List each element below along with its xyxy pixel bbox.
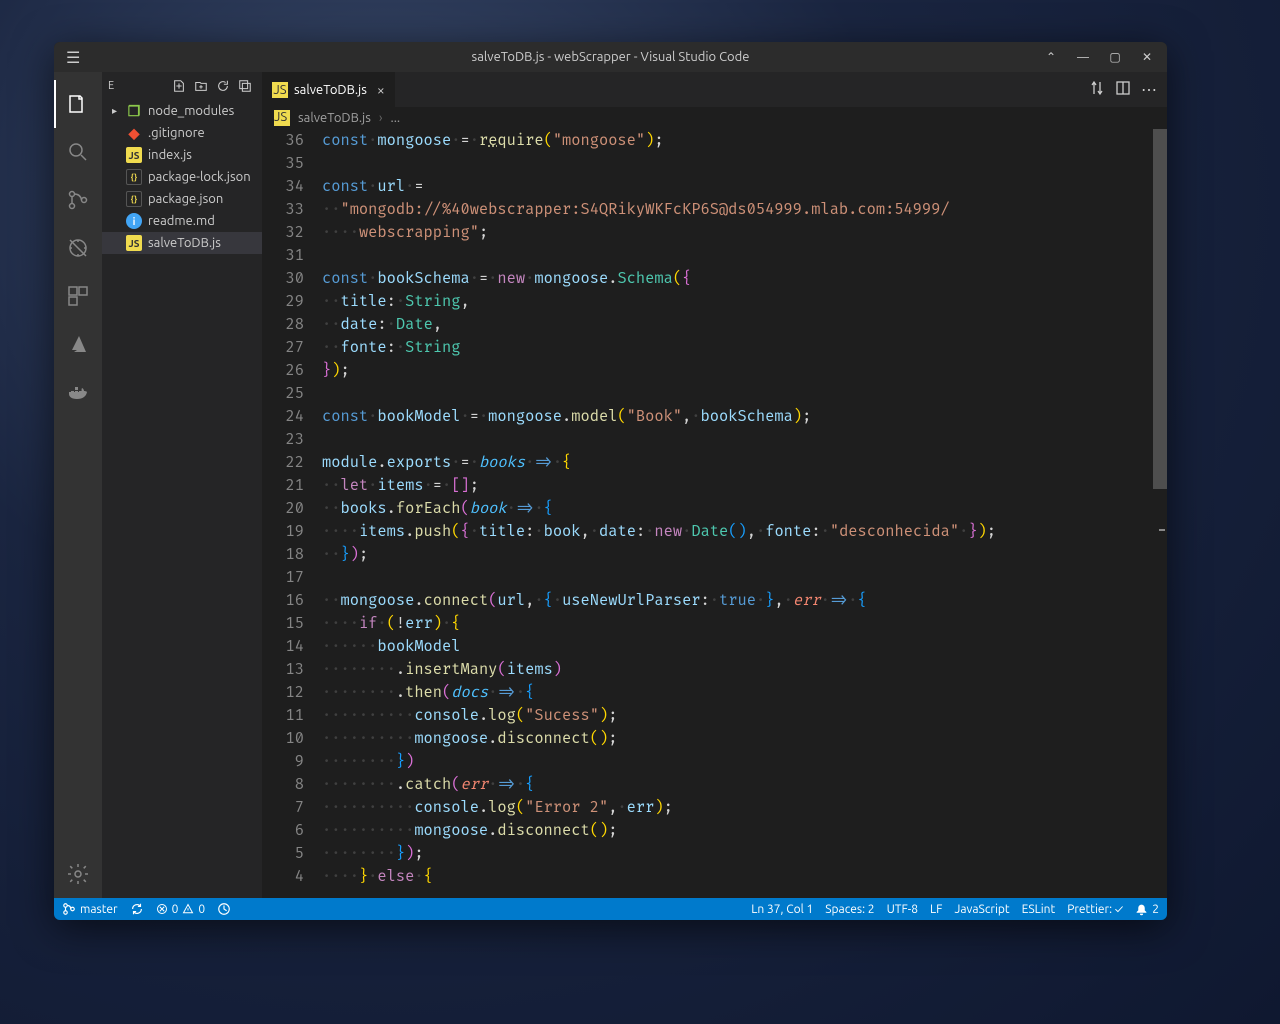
breadcrumb-file: salveToDB.js (298, 111, 371, 125)
activity-bar (54, 72, 102, 898)
file-label: package.json (148, 192, 223, 206)
activity-debug[interactable] (54, 224, 102, 272)
folder-green-file-icon: ❐ (126, 103, 142, 119)
activity-azure[interactable] (54, 320, 102, 368)
file-label: index.js (148, 148, 192, 162)
file-label: node_modules (148, 104, 234, 118)
editor-area: JS salveToDB.js × ⋯ JS salveToDB.js › ..… (262, 72, 1167, 898)
chevron-icon: ▸ (112, 105, 120, 117)
close-button[interactable]: ✕ (1133, 45, 1161, 69)
file-readme-md[interactable]: i readme.md (102, 210, 262, 232)
status-spaces[interactable]: Spaces: 2 (825, 903, 874, 916)
file-package-json[interactable]: {} package.json (102, 188, 262, 210)
more-icon[interactable]: ⋯ (1141, 80, 1157, 99)
status-language[interactable]: JavaScript (954, 903, 1009, 916)
split-icon[interactable] (1115, 80, 1131, 100)
file-label: salveToDB.js (148, 236, 221, 250)
file-tree[interactable]: ▸ ❐ node_modules ◆ .gitignore JS index.js {} pac… (102, 100, 262, 898)
js-file-icon: JS (274, 110, 290, 126)
tab-close-icon[interactable]: × (377, 82, 385, 98)
status-eol[interactable]: LF (930, 903, 942, 916)
status-branch[interactable]: master (62, 902, 118, 916)
compare-icon[interactable] (1089, 80, 1105, 100)
activity-docker[interactable] (54, 368, 102, 416)
sidebar-header: E (102, 72, 262, 100)
code-lines[interactable]: const·mongoose·=·require("mongoose");con… (322, 129, 1167, 898)
refresh-icon[interactable] (212, 75, 234, 97)
app-menu-button[interactable]: ☰ (66, 48, 80, 67)
activity-explorer[interactable] (54, 80, 102, 128)
status-encoding[interactable]: UTF-8 (887, 903, 918, 916)
file-label: package-lock.json (148, 170, 251, 184)
statusbar: master 0 0 Ln 37, Col 1 Spaces: 2 UTF-8 … (54, 898, 1167, 920)
minimize-button[interactable]: — (1069, 45, 1097, 69)
js-file-icon: JS (126, 235, 142, 251)
tab-actions: ⋯ (1089, 72, 1167, 107)
maximize-button[interactable]: ▢ (1101, 45, 1129, 69)
tab-salvetodb[interactable]: JS salveToDB.js × (262, 72, 396, 107)
file-index-js[interactable]: JS index.js (102, 144, 262, 166)
titlebar: ☰ salveToDB.js - webScrapper - Visual St… (54, 42, 1167, 72)
explorer-label: E (108, 80, 168, 92)
file-node_modules[interactable]: ▸ ❐ node_modules (102, 100, 262, 122)
status-prettier[interactable]: Prettier: ✓ (1067, 903, 1123, 916)
file-label: .gitignore (148, 126, 205, 140)
window-controls: ⌃ — ▢ ✕ (1037, 45, 1161, 69)
status-problems[interactable]: 0 0 (156, 903, 206, 916)
file-package-lock-json[interactable]: {} package-lock.json (102, 166, 262, 188)
code-editor[interactable]: 3635343332313029282726252423222120191817… (262, 129, 1167, 898)
status-position[interactable]: Ln 37, Col 1 (751, 903, 813, 916)
activity-source-control[interactable] (54, 176, 102, 224)
explorer-sidebar: E ▸ ❐ node_modules ◆ .gitignore JS index.js {} p… (102, 72, 262, 898)
new-folder-icon[interactable] (190, 75, 212, 97)
keep-on-top-button[interactable]: ⌃ (1037, 45, 1065, 69)
status-eslint[interactable]: ESLint (1022, 903, 1056, 916)
activity-extensions[interactable] (54, 272, 102, 320)
md-file-icon: i (126, 213, 142, 229)
status-sync[interactable] (130, 902, 144, 916)
vscode-window: ☰ salveToDB.js - webScrapper - Visual St… (54, 42, 1167, 920)
git-file-icon: ◆ (126, 125, 142, 141)
window-title: salveToDB.js - webScrapper - Visual Stud… (54, 50, 1167, 64)
status-notifications[interactable]: 2 (1135, 903, 1159, 916)
minimap[interactable] (1153, 129, 1167, 898)
tabs-bar: JS salveToDB.js × ⋯ (262, 72, 1167, 107)
collapse-icon[interactable] (234, 75, 256, 97)
json-file-icon: {} (126, 191, 142, 207)
status-live-share[interactable] (217, 902, 231, 916)
js-file-icon: JS (126, 147, 142, 163)
breadcrumb-more: ... (391, 111, 401, 125)
breadcrumb[interactable]: JS salveToDB.js › ... (262, 107, 1167, 129)
activity-settings[interactable] (54, 850, 102, 898)
activity-search[interactable] (54, 128, 102, 176)
new-file-icon[interactable] (168, 75, 190, 97)
tab-label: salveToDB.js (294, 83, 367, 97)
line-gutter: 3635343332313029282726252423222120191817… (262, 129, 322, 898)
json-file-icon: {} (126, 169, 142, 185)
js-file-icon: JS (272, 82, 288, 98)
file-label: readme.md (148, 214, 215, 228)
file--gitignore[interactable]: ◆ .gitignore (102, 122, 262, 144)
file-salveToDB-js[interactable]: JS salveToDB.js (102, 232, 262, 254)
breadcrumb-separator: › (379, 111, 383, 125)
main-body: E ▸ ❐ node_modules ◆ .gitignore JS index.js {} p… (54, 72, 1167, 898)
